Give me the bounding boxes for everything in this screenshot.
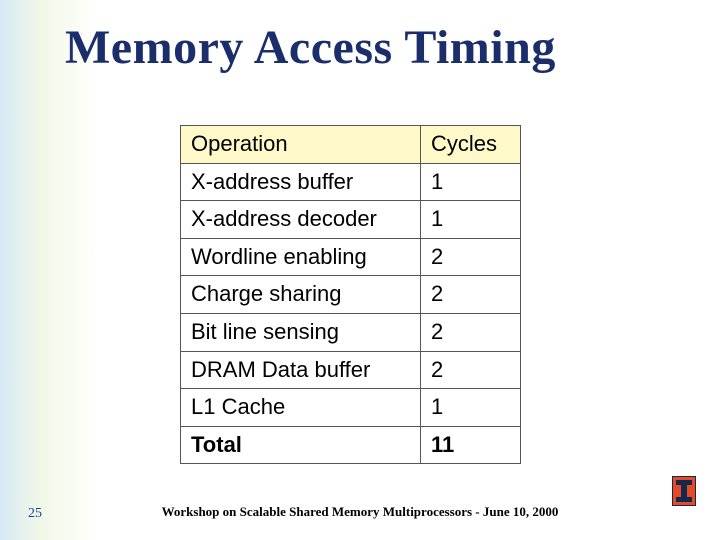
table-row: DRAM Data buffer 2: [181, 351, 521, 389]
table-header-row: Operation Cycles: [181, 126, 521, 164]
illinois-logo-icon: [672, 476, 702, 512]
table-row: X-address buffer 1: [181, 163, 521, 201]
cell-cycles: 2: [421, 351, 521, 389]
cell-operation-total: Total: [181, 426, 421, 464]
slide-title: Memory Access Timing: [65, 20, 680, 75]
cell-cycles: 2: [421, 276, 521, 314]
slide: Memory Access Timing Operation Cycles X-…: [0, 0, 720, 540]
cell-operation: L1 Cache: [181, 389, 421, 427]
cell-operation: X-address buffer: [181, 163, 421, 201]
table-row: Bit line sensing 2: [181, 313, 521, 351]
cell-cycles-total: 11: [421, 426, 521, 464]
cell-cycles: 1: [421, 201, 521, 239]
footer-text: Workshop on Scalable Shared Memory Multi…: [0, 504, 720, 520]
cell-cycles: 1: [421, 163, 521, 201]
table-row-total: Total 11: [181, 426, 521, 464]
cell-operation: Wordline enabling: [181, 238, 421, 276]
cell-operation: DRAM Data buffer: [181, 351, 421, 389]
cell-cycles: 1: [421, 389, 521, 427]
table-row: X-address decoder 1: [181, 201, 521, 239]
col-header-operation: Operation: [181, 126, 421, 164]
cell-operation: X-address decoder: [181, 201, 421, 239]
cell-operation: Charge sharing: [181, 276, 421, 314]
timing-table: Operation Cycles X-address buffer 1 X-ad…: [180, 125, 521, 464]
table-row: Wordline enabling 2: [181, 238, 521, 276]
cell-operation: Bit line sensing: [181, 313, 421, 351]
col-header-cycles: Cycles: [421, 126, 521, 164]
table-row: Charge sharing 2: [181, 276, 521, 314]
table-row: L1 Cache 1: [181, 389, 521, 427]
cell-cycles: 2: [421, 238, 521, 276]
cell-cycles: 2: [421, 313, 521, 351]
